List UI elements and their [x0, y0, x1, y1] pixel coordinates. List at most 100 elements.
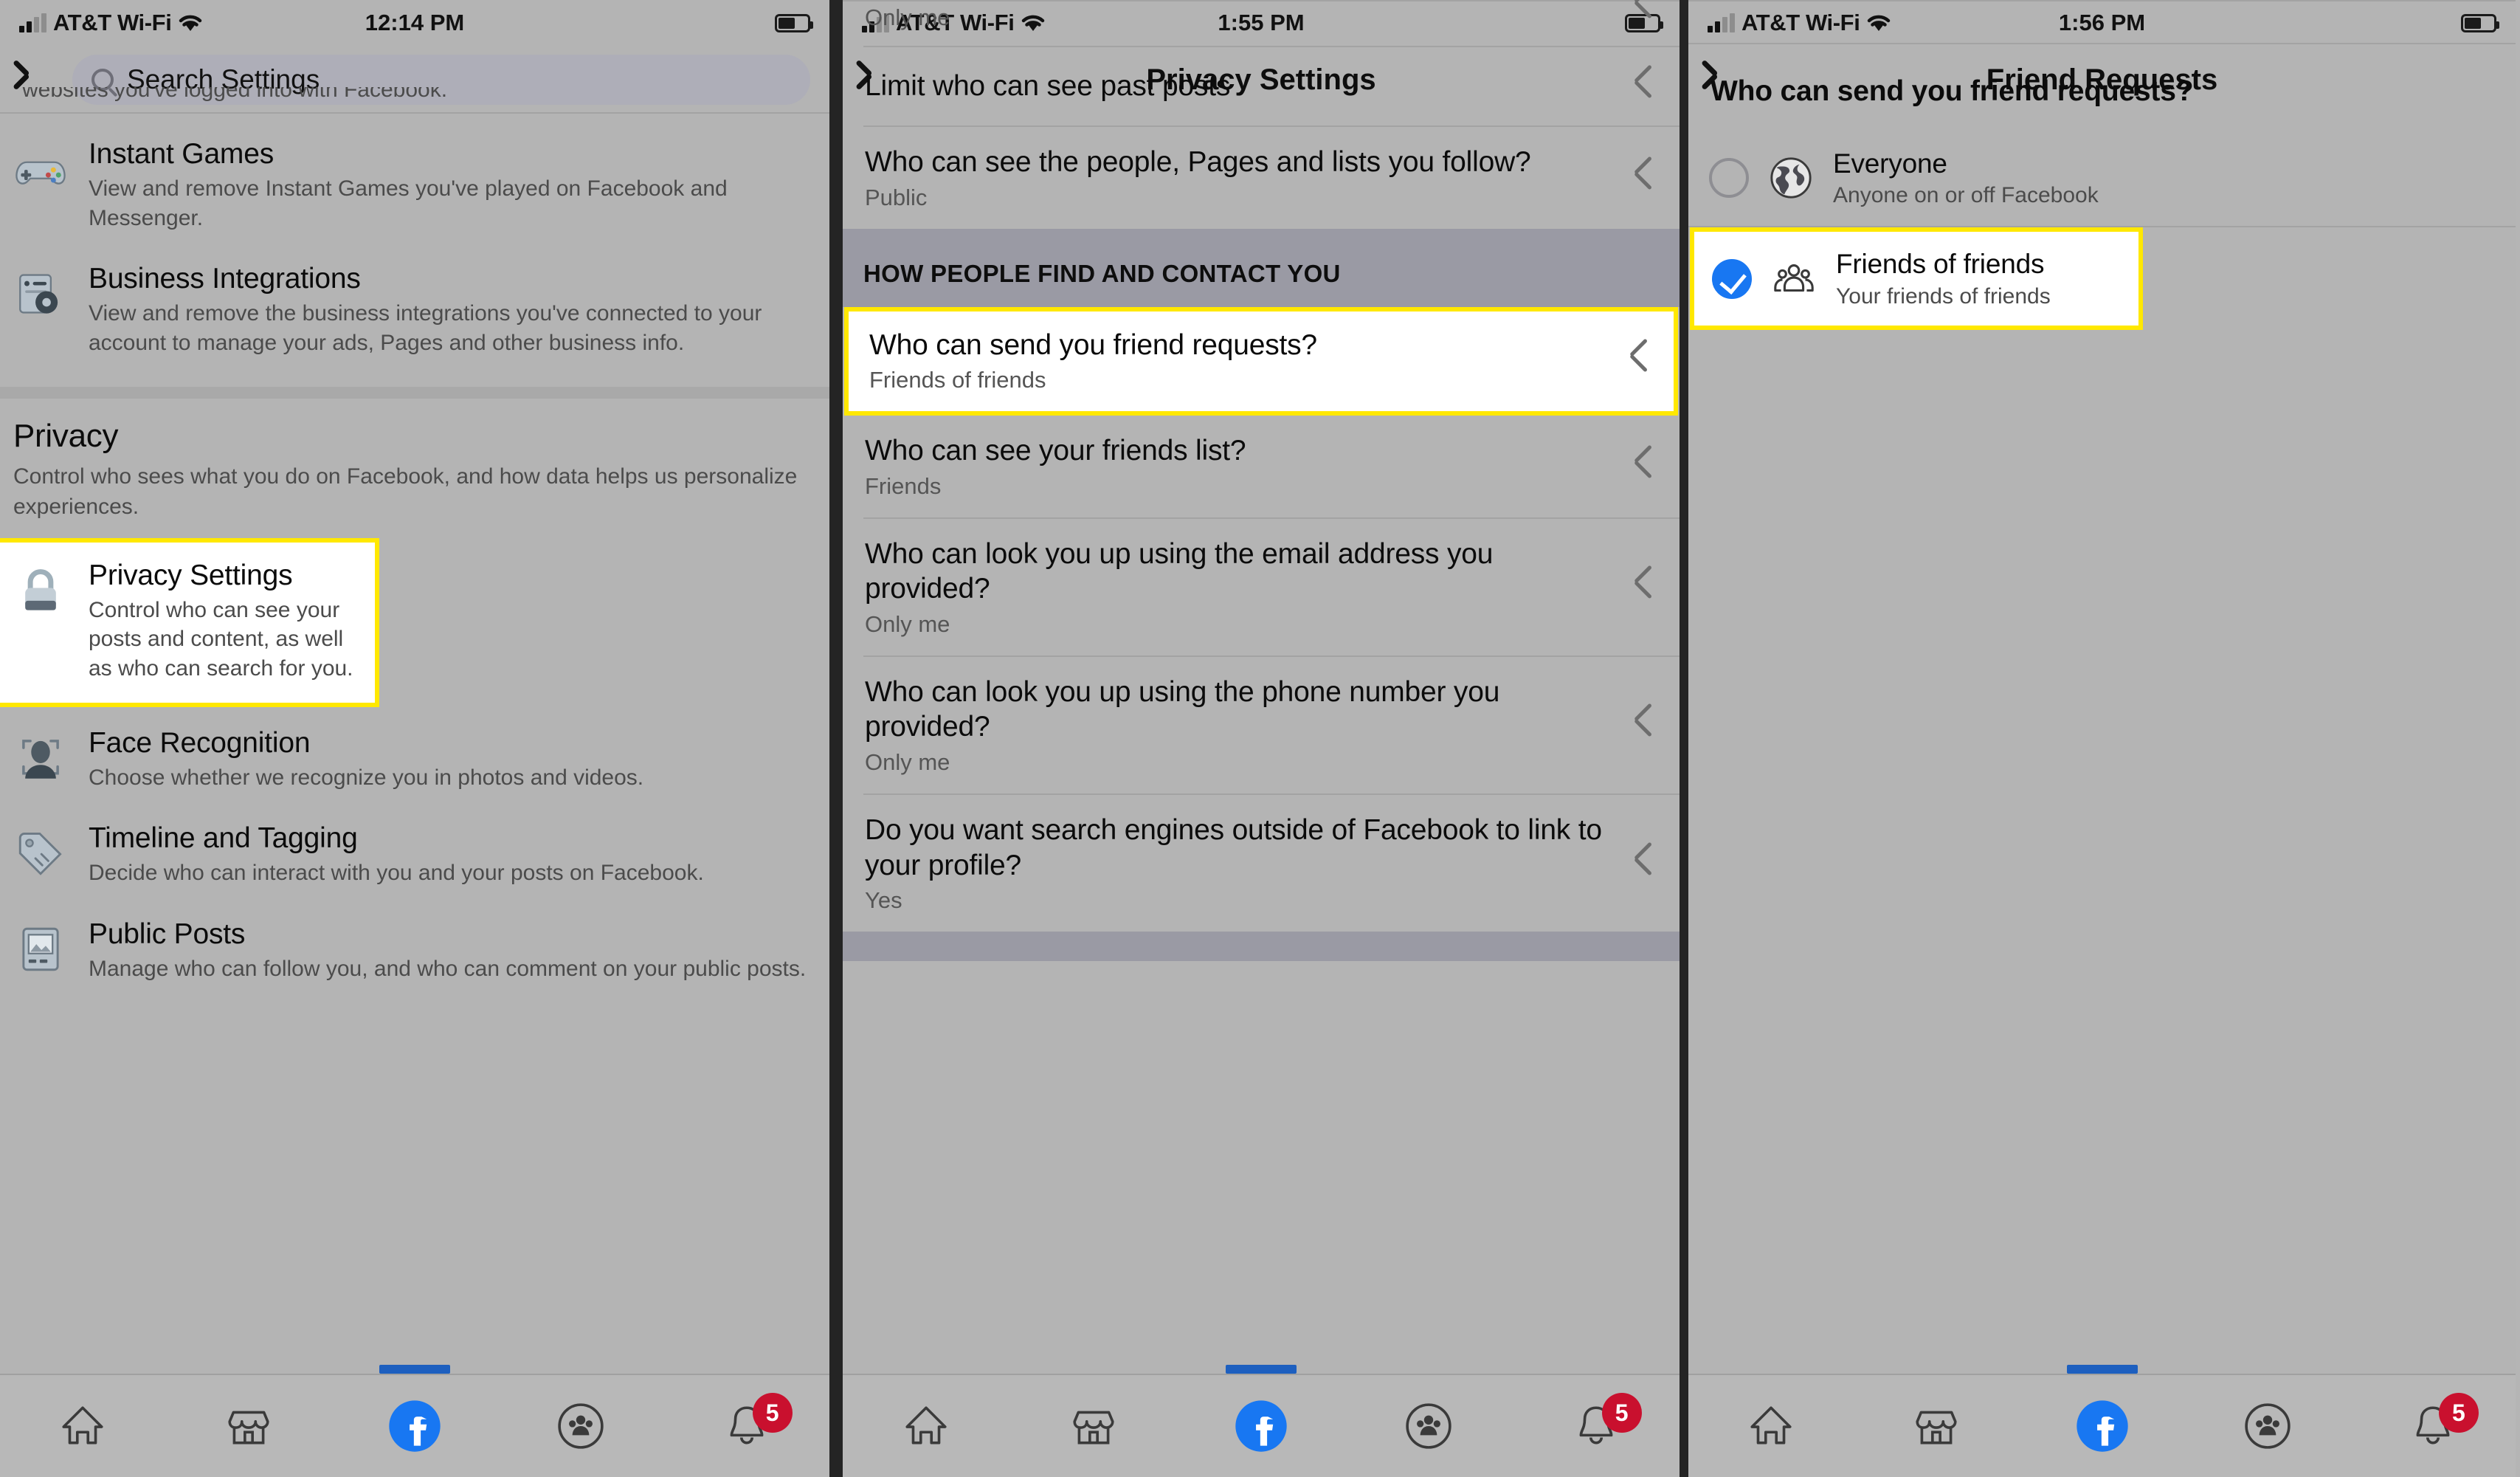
- list-item-title: Timeline and Tagging: [89, 822, 358, 855]
- tab-facebook[interactable]: [1178, 1375, 1345, 1477]
- list-item-body: Who can see your friends list? Friends: [865, 433, 1618, 500]
- list-item-question: Who can look you up using the email addr…: [865, 537, 1494, 605]
- list-item-question: Limit who can see past posts: [865, 70, 1231, 103]
- list-item-text: Public Posts Manage who can follow you, …: [89, 917, 807, 984]
- list-item-question: Who can send you friend requests?: [869, 328, 1317, 361]
- list-item[interactable]: Face Recognition Choose whether we recog…: [0, 707, 829, 806]
- lock-icon: [13, 563, 68, 618]
- list-item-desc: View and remove the business integration…: [89, 301, 762, 355]
- facebook-logo-icon: [2076, 1400, 2128, 1452]
- tab-groups[interactable]: [1344, 1375, 1512, 1477]
- notification-badge: 5: [1601, 1393, 1642, 1433]
- list-item-question: Who can see your friends list?: [865, 435, 1246, 467]
- list-item[interactable]: Who can look you up using the email addr…: [843, 519, 1680, 655]
- notification-badge: 5: [2438, 1393, 2479, 1433]
- tab-home[interactable]: [843, 1375, 1010, 1477]
- group-header-label: HOW PEOPLE FIND AND CONTACT YOU: [863, 259, 1341, 287]
- tab-notifications[interactable]: 5: [2350, 1375, 2516, 1477]
- tag-icon: [13, 826, 68, 881]
- chevron-right-icon: [1632, 0, 1657, 28]
- tab-marketplace[interactable]: [166, 1375, 332, 1477]
- tab-groups[interactable]: [497, 1375, 663, 1477]
- option-everyone[interactable]: Everyone Anyone on or off Facebook: [1688, 130, 2516, 226]
- list-item[interactable]: Who can look you up using the phone numb…: [843, 657, 1680, 793]
- tab-notifications[interactable]: 5: [1512, 1375, 1680, 1477]
- active-tab-indicator: [1226, 1365, 1297, 1374]
- tab-home[interactable]: [1688, 1375, 1854, 1477]
- scroll-area[interactable]: Who can send you friend requests? Everyo…: [1688, 0, 2516, 1374]
- list-item-value: Public: [865, 184, 928, 210]
- facebook-logo-icon: [389, 1400, 441, 1452]
- facebook-logo-icon: [1235, 1400, 1287, 1452]
- tab-marketplace[interactable]: [1010, 1375, 1178, 1477]
- home-icon: [62, 1406, 103, 1445]
- panel-separator: [829, 0, 843, 1477]
- list-item-value: Friends: [865, 472, 942, 499]
- scroll-area[interactable]: websites you've logged into with Faceboo…: [0, 0, 829, 1374]
- home-icon: [905, 1406, 947, 1445]
- list-item-text: Face Recognition Choose whether we recog…: [89, 726, 807, 793]
- groups-icon: [558, 1403, 604, 1449]
- tab-bar: 5: [0, 1365, 829, 1477]
- chevron-right-icon: [1632, 703, 1657, 746]
- tab-notifications[interactable]: 5: [663, 1375, 829, 1477]
- option-text: Friends of friends Your friends of frien…: [1836, 248, 2124, 309]
- list-item[interactable]: Limit who can see past posts: [843, 47, 1680, 125]
- list-item[interactable]: Do you want search engines outside of Fa…: [843, 795, 1680, 932]
- tab-groups[interactable]: [2185, 1375, 2350, 1477]
- question-label: Who can send you friend requests?: [1711, 75, 2194, 107]
- notification-badge: 5: [752, 1393, 793, 1433]
- list-item-desc: View and remove Instant Games you've pla…: [89, 176, 728, 230]
- tab-marketplace[interactable]: [1854, 1375, 2019, 1477]
- list-item-desc: Choose whether we recognize you in photo…: [89, 765, 644, 790]
- tab-home[interactable]: [0, 1375, 166, 1477]
- radio-selected[interactable]: [1712, 258, 1752, 299]
- section-header-privacy: Privacy Control who sees what you do on …: [0, 399, 829, 529]
- list-item-body: Limit who can see past posts: [865, 69, 1618, 104]
- tab-facebook[interactable]: [332, 1375, 498, 1477]
- scroll-area[interactable]: Only me Limit who can see past posts Who…: [843, 0, 1680, 1374]
- highlight-box-friends-of-friends: Friends of friends Your friends of frien…: [1690, 227, 2143, 330]
- globe-icon: [1768, 155, 1814, 201]
- list-item[interactable]: Business Integrations View and remove th…: [0, 246, 829, 371]
- list-item-text: Instant Games View and remove Instant Ga…: [89, 137, 807, 233]
- radio-unselected[interactable]: [1709, 158, 1749, 199]
- chevron-right-icon: [1628, 339, 1653, 382]
- marketplace-icon: [1916, 1411, 1957, 1445]
- chevron-right-icon: [1632, 842, 1657, 885]
- group-header: HOW PEOPLE FIND AND CONTACT YOU: [843, 228, 1680, 307]
- highlight-box-privacy-settings: Privacy Settings Control who can see you…: [0, 537, 379, 707]
- list-item-value: Only me: [865, 4, 950, 30]
- list-item[interactable]: Who can see your friends list? Friends: [843, 416, 1680, 517]
- list-item-text: Business Integrations View and remove th…: [89, 262, 807, 357]
- section-divider: [0, 387, 829, 399]
- friends-group-icon: [1771, 256, 1817, 302]
- bottom-spacer: [843, 932, 1680, 962]
- list-item[interactable]: Instant Games View and remove Instant Ga…: [0, 118, 829, 246]
- sidebar-item-privacy-settings[interactable]: Privacy Settings Control who can see you…: [0, 543, 375, 703]
- chevron-right-icon: [1632, 565, 1657, 608]
- panel-separator: [1680, 0, 1688, 1477]
- list-item-title: Business Integrations: [89, 263, 361, 295]
- list-item-title: Privacy Settings: [89, 559, 293, 591]
- chevron-right-icon: [1632, 156, 1657, 199]
- list-item[interactable]: Timeline and Tagging Decide who can inte…: [0, 805, 829, 901]
- list-item-value: Only me: [865, 749, 950, 776]
- marketplace-icon: [228, 1411, 269, 1445]
- option-friends-of-friends[interactable]: Friends of friends Your friends of frien…: [1694, 232, 2138, 325]
- list-item[interactable]: Public Posts Manage who can follow you, …: [0, 901, 829, 997]
- list-item-question: Who can look you up using the phone numb…: [865, 675, 1500, 743]
- list-item-partial[interactable]: Only me: [843, 1, 1680, 46]
- list-item-who-can-send-friend-requests[interactable]: Who can send you friend requests? Friend…: [849, 311, 1674, 412]
- list-item-value: Friends of friends: [869, 367, 1046, 393]
- list-item-body: Who can look you up using the phone numb…: [865, 675, 1618, 776]
- list-item-text: Timeline and Tagging Decide who can inte…: [89, 822, 807, 888]
- groups-icon: [1406, 1403, 1451, 1449]
- business-integrations-icon: [13, 266, 68, 321]
- list-item-body: Who can look you up using the email addr…: [865, 537, 1618, 638]
- list-item-value: Yes: [865, 887, 902, 914]
- tab-facebook[interactable]: [2019, 1375, 2184, 1477]
- chevron-right-icon: [1632, 445, 1657, 488]
- marketplace-icon: [1073, 1411, 1114, 1445]
- list-item[interactable]: Who can see the people, Pages and lists …: [843, 127, 1680, 229]
